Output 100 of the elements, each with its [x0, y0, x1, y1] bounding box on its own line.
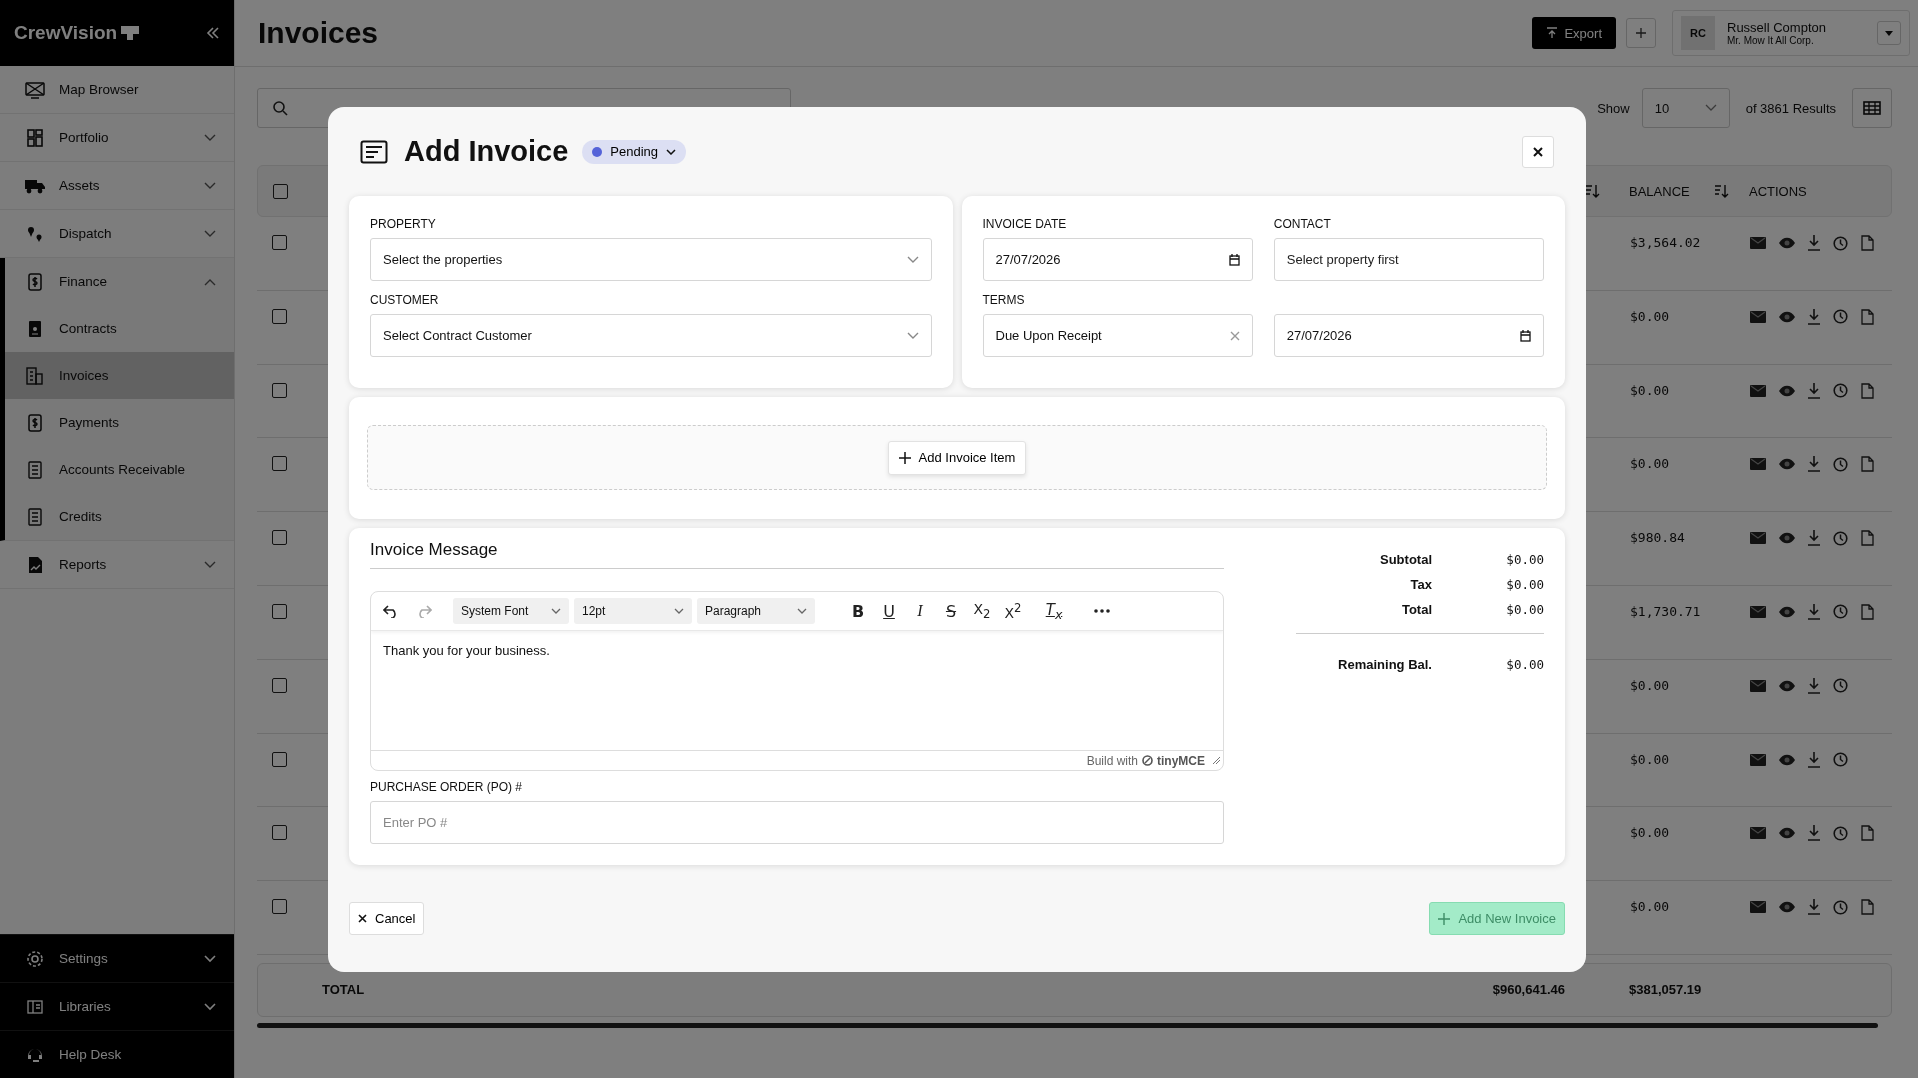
- sort-icon[interactable]: [1585, 184, 1601, 198]
- eye-icon[interactable]: [1779, 679, 1795, 692]
- envelope-icon[interactable]: [1750, 310, 1766, 323]
- nav-item[interactable]: Settings: [0, 934, 234, 982]
- download-icon[interactable]: [1808, 677, 1820, 694]
- nav-item[interactable]: Help Desk: [0, 1030, 234, 1078]
- clock-icon[interactable]: [1833, 530, 1848, 546]
- strike-button[interactable]: S: [937, 598, 965, 624]
- export-button[interactable]: Export: [1532, 17, 1616, 49]
- envelope-icon[interactable]: [1750, 458, 1766, 471]
- row-checkbox[interactable]: [271, 308, 287, 324]
- clock-icon[interactable]: [1833, 678, 1848, 694]
- eye-icon[interactable]: [1779, 827, 1795, 840]
- row-checkbox[interactable]: [271, 604, 287, 619]
- download-icon[interactable]: [1808, 456, 1820, 473]
- download-icon[interactable]: [1808, 235, 1820, 251]
- editor-select[interactable]: System Font: [453, 598, 569, 624]
- date-field[interactable]: 27/07/2026: [1273, 314, 1544, 357]
- select-field[interactable]: Select the properties: [370, 238, 932, 281]
- envelope-icon[interactable]: [1750, 901, 1766, 914]
- document-icon[interactable]: [1861, 382, 1874, 399]
- undo-icon[interactable]: [383, 604, 399, 618]
- page-size-select[interactable]: 10: [1641, 88, 1730, 128]
- download-icon[interactable]: [1808, 308, 1820, 325]
- row-checkbox[interactable]: [271, 456, 287, 472]
- bold-button[interactable]: B: [844, 598, 872, 624]
- calendar-icon[interactable]: [1520, 329, 1531, 342]
- terms-select[interactable]: Due Upon Receipt: [982, 314, 1253, 357]
- select-field[interactable]: Select Contract Customer: [370, 314, 932, 357]
- select-all-checkbox[interactable]: [272, 183, 288, 199]
- envelope-icon[interactable]: [1750, 827, 1766, 840]
- contact-field[interactable]: Select property first: [1273, 238, 1544, 281]
- eye-icon[interactable]: [1779, 458, 1795, 471]
- eye-icon[interactable]: [1779, 310, 1795, 323]
- italic-button[interactable]: I: [906, 598, 934, 624]
- download-icon[interactable]: [1808, 751, 1820, 768]
- po-number-field[interactable]: Enter PO #: [370, 801, 1224, 844]
- nav-item[interactable]: Contracts: [5, 305, 234, 352]
- columns-button[interactable]: [1852, 88, 1892, 128]
- document-icon[interactable]: [1861, 308, 1874, 325]
- subscript-button[interactable]: X$_{2}$: [968, 598, 996, 624]
- status-dropdown[interactable]: Pending: [582, 139, 687, 164]
- eye-icon[interactable]: [1779, 532, 1795, 545]
- envelope-icon[interactable]: [1750, 753, 1766, 766]
- collapse-icon[interactable]: [206, 26, 220, 40]
- document-icon[interactable]: [1861, 456, 1874, 473]
- clock-icon[interactable]: [1833, 752, 1848, 768]
- nav-item[interactable]: Libraries: [0, 982, 234, 1030]
- document-icon[interactable]: [1861, 825, 1874, 842]
- eye-icon[interactable]: [1779, 237, 1795, 249]
- eye-icon[interactable]: [1779, 384, 1795, 397]
- nav-item[interactable]: Accounts Receivable: [5, 446, 234, 493]
- clock-icon[interactable]: [1833, 825, 1848, 841]
- date-field[interactable]: 27/07/2026: [982, 238, 1253, 281]
- clock-icon[interactable]: [1833, 456, 1848, 472]
- clock-icon[interactable]: [1833, 383, 1848, 399]
- row-checkbox[interactable]: [271, 382, 287, 398]
- row-checkbox[interactable]: [271, 825, 287, 841]
- download-icon[interactable]: [1808, 382, 1820, 399]
- more-icon[interactable]: [1094, 609, 1110, 613]
- nav-item[interactable]: Reports: [0, 541, 234, 588]
- close-button[interactable]: [1522, 135, 1554, 168]
- document-icon[interactable]: [1861, 604, 1874, 620]
- clock-icon[interactable]: [1833, 235, 1848, 251]
- underline-button[interactable]: U: [875, 598, 903, 624]
- editor-select[interactable]: 12pt: [574, 598, 692, 624]
- clock-icon[interactable]: [1833, 899, 1848, 915]
- clear-icon[interactable]: [1229, 330, 1240, 341]
- nav-item[interactable]: Dispatch: [0, 210, 234, 257]
- eye-icon[interactable]: [1779, 753, 1795, 766]
- cancel-button[interactable]: Cancel: [349, 902, 425, 935]
- envelope-icon[interactable]: [1750, 384, 1766, 397]
- nav-item[interactable]: Finance: [5, 258, 234, 305]
- envelope-icon[interactable]: [1750, 532, 1766, 545]
- nav-item[interactable]: Credits: [5, 493, 234, 540]
- user-card[interactable]: RC Russell Compton Mr. Mow It All Corp.: [1672, 10, 1910, 56]
- nav-item[interactable]: Map Browser: [0, 66, 234, 113]
- row-checkbox[interactable]: [271, 235, 287, 250]
- scrollbar[interactable]: [257, 1022, 1878, 1028]
- download-icon[interactable]: [1808, 825, 1820, 842]
- clock-icon[interactable]: [1833, 604, 1848, 620]
- dropdown-button[interactable]: [1877, 21, 1901, 45]
- row-checkbox[interactable]: [271, 899, 287, 915]
- clock-icon[interactable]: [1833, 309, 1848, 325]
- resize-handle-icon[interactable]: [1213, 757, 1220, 764]
- download-icon[interactable]: [1808, 899, 1820, 916]
- nav-item[interactable]: Assets: [0, 162, 234, 209]
- document-icon[interactable]: [1861, 899, 1874, 916]
- editor-select[interactable]: Paragraph: [697, 598, 815, 624]
- superscript-button[interactable]: X$^{2}$: [999, 598, 1027, 624]
- download-icon[interactable]: [1808, 604, 1820, 620]
- add-button[interactable]: [1626, 18, 1656, 48]
- nav-item[interactable]: Portfolio: [0, 114, 234, 161]
- document-icon[interactable]: [1861, 235, 1874, 251]
- row-checkbox[interactable]: [271, 751, 287, 767]
- row-checkbox[interactable]: [271, 530, 287, 546]
- row-checkbox[interactable]: [271, 677, 287, 693]
- download-icon[interactable]: [1808, 530, 1820, 547]
- eye-icon[interactable]: [1779, 901, 1795, 914]
- editor-content[interactable]: Thank you for your business.: [371, 631, 1223, 750]
